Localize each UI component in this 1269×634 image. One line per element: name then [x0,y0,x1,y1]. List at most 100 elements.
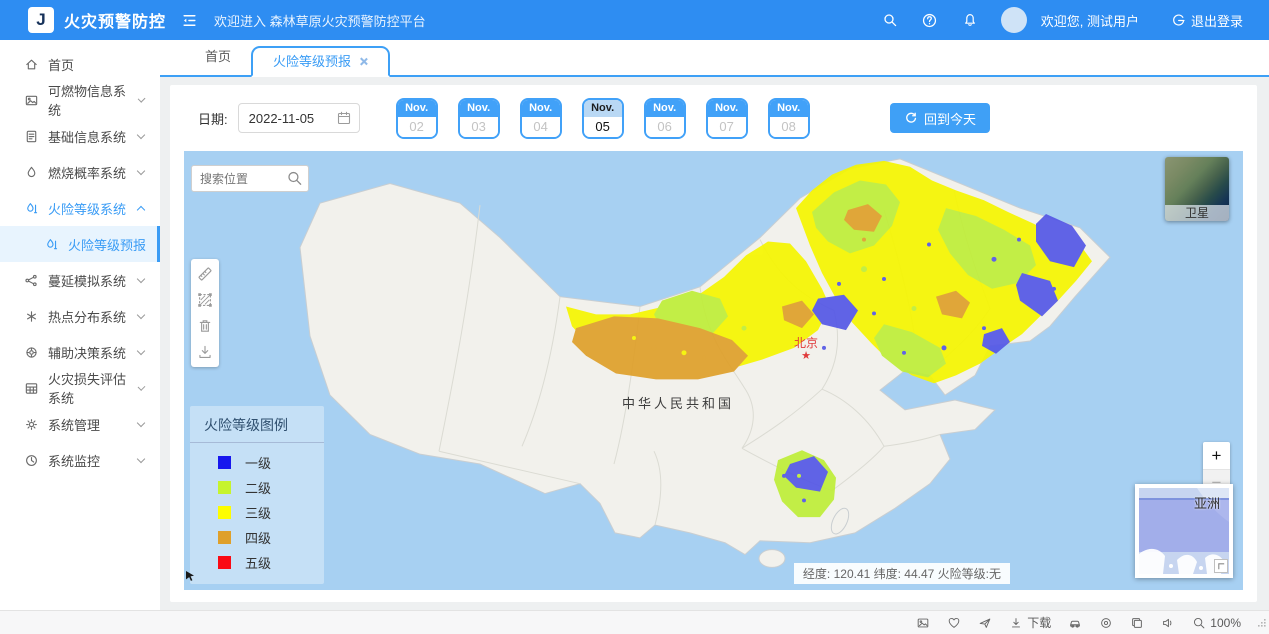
date-chip-nov-07[interactable]: Nov.07 [706,98,748,139]
home-icon [24,57,39,72]
logo-letter: J [36,10,45,30]
assessment-grid-icon [24,381,39,396]
date-chip-nov-08[interactable]: Nov.08 [768,98,810,139]
legend-item-level4: 四级 [218,528,324,547]
tab-label: 首页 [205,49,231,64]
tab-label: 火险等级预报 [273,48,351,75]
chevron-down-icon [137,418,145,426]
sidebar-item-label: 基础信息系统 [48,127,126,146]
search-icon [286,170,303,187]
legend-item-level2: 二级 [218,478,324,497]
search-icon[interactable] [881,11,899,29]
tab-home[interactable]: 首页 [185,40,251,75]
sidebar-item-label: 系统管理 [48,415,100,434]
sidebar-item-decision-support[interactable]: 辅助决策系统 [0,334,160,370]
page-zoom-control[interactable]: 100% [1192,616,1241,630]
chevron-down-icon [137,274,145,282]
basemap-switcher[interactable]: 卫星 [1165,157,1229,221]
download-icon[interactable] [195,342,215,362]
map-canvas[interactable]: 火险等级图例 一级 二级 三级 四级 五级 北京 ★ 中华人民共和国 经度: 1… [184,151,1243,590]
minimap-expand-icon[interactable] [1214,559,1228,573]
bell-icon[interactable] [961,11,979,29]
sidebar-item-fuel-info[interactable]: 可燃物信息系统 [0,82,160,118]
speaker-icon[interactable] [1161,616,1175,630]
sidebar-item-label: 辅助决策系统 [48,343,126,362]
trash-icon[interactable] [195,316,215,336]
fuel-image-icon [24,93,39,108]
sidebar-item-hotspot-distribution[interactable]: 热点分布系统 [0,298,160,334]
user-greeting: 欢迎您, 测试用户 [1041,11,1139,30]
content-area: 日期: Nov.02 Nov.03 Nov.04 Nov.05 Nov.06 N… [160,77,1269,610]
date-label: 日期: [198,109,228,128]
logout-icon [1171,13,1186,28]
hainan-island [759,550,785,568]
map-search-box [191,165,309,192]
legend-item-level1: 一级 [218,453,324,472]
header-actions: 欢迎您, 测试用户 退出登录 [881,7,1269,33]
monitor-icon [24,453,39,468]
chevron-down-icon [137,454,145,462]
top-header: J 火灾预警防控 欢迎进入 森林草原火灾预警防控平台 欢迎您, 测试用户 退出登… [0,0,1269,40]
sidebar-item-label: 可燃物信息系统 [48,81,130,119]
sidebar-item-label: 首页 [48,55,74,74]
sidebar-item-basic-info[interactable]: 基础信息系统 [0,118,160,154]
back-to-today-button[interactable]: 回到今天 [890,103,990,133]
date-chip-nov-05[interactable]: Nov.05 [582,98,624,139]
chevron-down-icon [137,310,145,318]
multi-window-icon[interactable] [1130,616,1144,630]
sidebar-item-system-management[interactable]: 系统管理 [0,406,160,442]
user-avatar[interactable] [1001,7,1027,33]
date-chip-nov-02[interactable]: Nov.02 [396,98,438,139]
sidebar-item-system-monitoring[interactable]: 系统监控 [0,442,160,478]
refresh-icon [904,111,918,125]
ruler-icon[interactable] [195,264,215,284]
tab-bar: 首页 火险等级预报 [160,40,1269,77]
zoom-in-button[interactable]: + [1203,442,1230,469]
favorites-heart-icon[interactable] [947,616,961,630]
sidebar-collapse-icon[interactable] [178,9,200,31]
sidebar-item-home[interactable]: 首页 [0,46,160,82]
beijing-marker: 北京 ★ [782,337,830,362]
polygon-select-icon[interactable] [195,290,215,310]
sidebar-item-label: 火险等级系统 [48,199,126,218]
date-chip-nov-03[interactable]: Nov.03 [458,98,500,139]
legend-item-level3: 三级 [218,503,324,522]
date-toolbar: 日期: Nov.02 Nov.03 Nov.04 Nov.05 Nov.06 N… [184,95,1243,141]
browser-status-bar: 下载 100% [0,610,1269,634]
level2-swatch [218,481,231,494]
date-chip-nov-06[interactable]: Nov.06 [644,98,686,139]
sidebar-item-spread-simulation[interactable]: 蔓延模拟系统 [0,262,160,298]
sidebar-item-burn-probability[interactable]: 燃烧概率系统 [0,154,160,190]
download-label: 下载 [1027,614,1051,631]
calendar-icon [336,110,352,126]
sidebar-subitem-fire-risk-forecast[interactable]: 火险等级预报 [0,226,160,262]
resize-grip [1258,614,1266,632]
chevron-down-icon [137,94,145,102]
logout-button[interactable]: 退出登录 [1171,11,1243,30]
send-icon[interactable] [978,616,992,630]
spread-icon [24,273,39,288]
level5-swatch [218,556,231,569]
map-tool-panel [191,259,219,367]
sidebar-subitem-label: 火险等级预报 [68,235,146,254]
date-chip-nov-04[interactable]: Nov.04 [520,98,562,139]
sidebar-item-fire-risk[interactable]: 火险等级系统 [0,190,160,226]
close-icon[interactable] [359,57,368,66]
car-mode-icon[interactable] [1068,616,1082,630]
level3-swatch [218,506,231,519]
screenshot-icon[interactable] [916,616,930,630]
legend-title: 火险等级图例 [190,415,324,443]
country-label: 中华人民共和国 [622,393,734,412]
sidebar-item-loss-assessment[interactable]: 火灾损失评估系统 [0,370,160,406]
china-map [184,151,1243,590]
today-button-label: 回到今天 [924,109,976,128]
download-manager-button[interactable]: 下载 [1009,614,1051,631]
app-window: J 火灾预警防控 欢迎进入 森林草原火灾预警防控平台 欢迎您, 测试用户 退出登… [0,0,1269,634]
fire-risk-icon [44,237,59,252]
record-icon[interactable] [1099,616,1113,630]
overview-minimap[interactable]: 亚洲 [1135,484,1233,578]
tab-fire-risk-forecast[interactable]: 火险等级预报 [251,46,390,77]
help-icon[interactable] [921,11,939,29]
document-icon [24,129,39,144]
sidebar-item-label: 燃烧概率系统 [48,163,126,182]
